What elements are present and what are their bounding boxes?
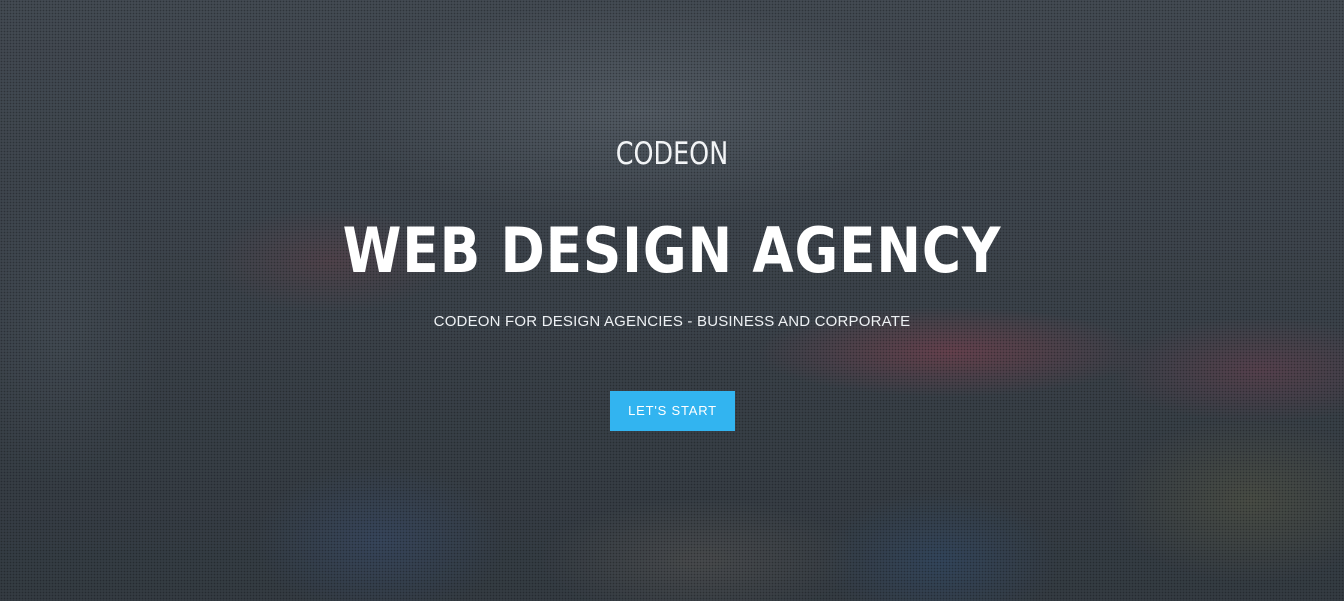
hero-subtitle: CODEON FOR DESIGN AGENCIES - BUSINESS AN… — [433, 313, 911, 330]
hero-headline: WEB DESIGN AGENCY — [342, 214, 1002, 287]
hero-section: CODEON WEB DESIGN AGENCY CODEON FOR DESI… — [0, 0, 1344, 601]
brand-name: CODEON — [615, 136, 729, 172]
lets-start-button[interactable]: LET'S START — [610, 391, 735, 431]
hero-content: CODEON WEB DESIGN AGENCY CODEON FOR DESI… — [0, 0, 1344, 601]
